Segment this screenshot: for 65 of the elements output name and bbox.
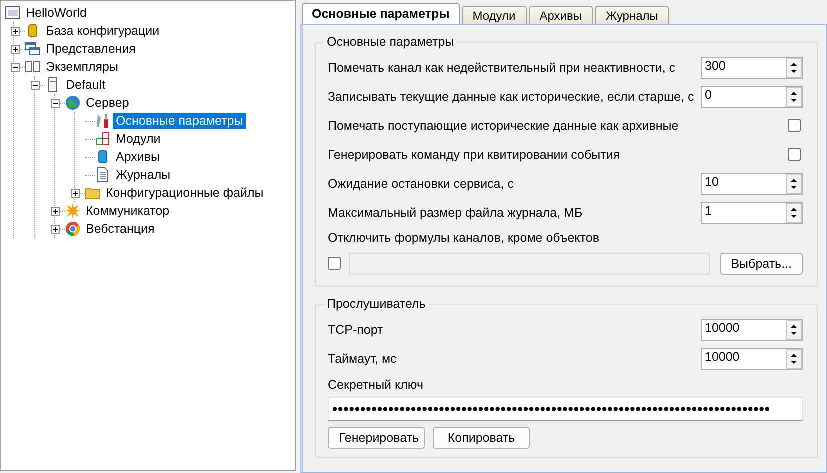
tree-item[interactable]: Вебстанция	[83, 221, 158, 237]
tree-item[interactable]: Архивы	[113, 149, 164, 165]
expand-toggle[interactable]	[51, 206, 60, 216]
tree-item[interactable]: Сервер	[83, 95, 132, 111]
tree-item[interactable]: Коммуникатор	[83, 203, 173, 219]
expand-toggle[interactable]	[11, 44, 20, 54]
tab[interactable]: Архивы	[528, 6, 593, 24]
field-label: Таймаут, мс	[328, 352, 397, 366]
number-field[interactable]: 10000	[701, 348, 803, 370]
tree-item[interactable]: Модули	[113, 131, 164, 147]
tree-item[interactable]: База конфигурации	[43, 23, 163, 39]
spin-arrows-icon[interactable]	[786, 174, 802, 194]
rs-logo-icon	[5, 5, 21, 21]
field-label: Ожидание остановки сервиса, с	[328, 176, 514, 190]
spin-arrows-icon[interactable]	[786, 320, 802, 340]
spin-arrows-icon[interactable]	[786, 58, 802, 78]
checkbox-label: Помечать поступающие исторические данные как архивные	[328, 118, 679, 132]
number-field[interactable]: 10	[701, 172, 803, 194]
field-label: Записывать текущие данные как исторические, если старше, с	[328, 90, 694, 104]
blocks-icon	[95, 131, 111, 147]
tab[interactable]: Модули	[462, 6, 527, 24]
tree-item[interactable]: Default	[63, 77, 109, 93]
number-field[interactable]: 1	[701, 202, 803, 224]
collapse-toggle[interactable]	[11, 62, 20, 72]
collapse-toggle[interactable]	[31, 80, 40, 90]
field-label: Отключить формулы каналов, кроме объектов	[328, 231, 600, 245]
tree-item[interactable]: Экземпляры	[43, 59, 122, 75]
field-label: Помечать канал как недействительный при неактивности, с	[328, 60, 676, 74]
action-button[interactable]: Генерировать	[328, 427, 425, 449]
spin-arrows-icon[interactable]	[786, 86, 802, 106]
action-button[interactable]: Копировать	[433, 427, 530, 449]
globe-icon	[65, 95, 81, 111]
tab[interactable]: Журналы	[595, 6, 670, 24]
tree-item[interactable]: Конфигурационные файлы	[103, 185, 267, 201]
field-label: Максимальный размер файла журнала, МБ	[328, 206, 583, 220]
checkbox[interactable]	[788, 148, 801, 161]
spin-arrows-icon[interactable]	[786, 202, 802, 222]
checkbox[interactable]	[328, 257, 341, 270]
select-button[interactable]: Выбрать...	[720, 252, 803, 274]
expand-toggle[interactable]	[71, 188, 80, 198]
expand-toggle[interactable]	[11, 26, 20, 36]
field-label: Секретный ключ	[328, 378, 424, 392]
tree-item[interactable]: HelloWorld	[23, 5, 90, 21]
group-title: Прослушиватель	[326, 297, 427, 311]
browser-icon	[65, 221, 81, 237]
tools-icon	[95, 113, 111, 129]
sun-icon	[65, 203, 81, 219]
checkbox-label: Генерировать команду при квитировании события	[328, 148, 620, 162]
password-field[interactable]: ●●●●●●●●●●●●●●●●●●●●●●●●●●●●●●●●●●●●●●●●●●●●●●●●●●●●●●●●●●●●●●●●●●●●●●●●●●●●●●	[328, 397, 803, 421]
tab[interactable]: Основные параметры	[302, 3, 460, 24]
number-field[interactable]: 0	[701, 86, 803, 108]
expand-toggle[interactable]	[51, 224, 60, 234]
columns-icon	[25, 59, 41, 75]
tree-item[interactable]: Представления	[43, 41, 139, 57]
field-label: TCP-порт	[328, 322, 384, 336]
checkbox[interactable]	[788, 119, 801, 132]
document-icon	[95, 167, 111, 183]
group-title: Основные параметры	[326, 35, 456, 49]
number-field[interactable]: 300	[701, 56, 803, 78]
collapse-toggle[interactable]	[51, 98, 60, 108]
windows-icon	[25, 41, 41, 57]
spin-arrows-icon[interactable]	[786, 348, 802, 368]
number-field[interactable]: 10000	[701, 318, 803, 340]
tree-item[interactable]: Журналы	[113, 167, 174, 183]
tree-item[interactable]: Основные параметры	[113, 113, 246, 129]
